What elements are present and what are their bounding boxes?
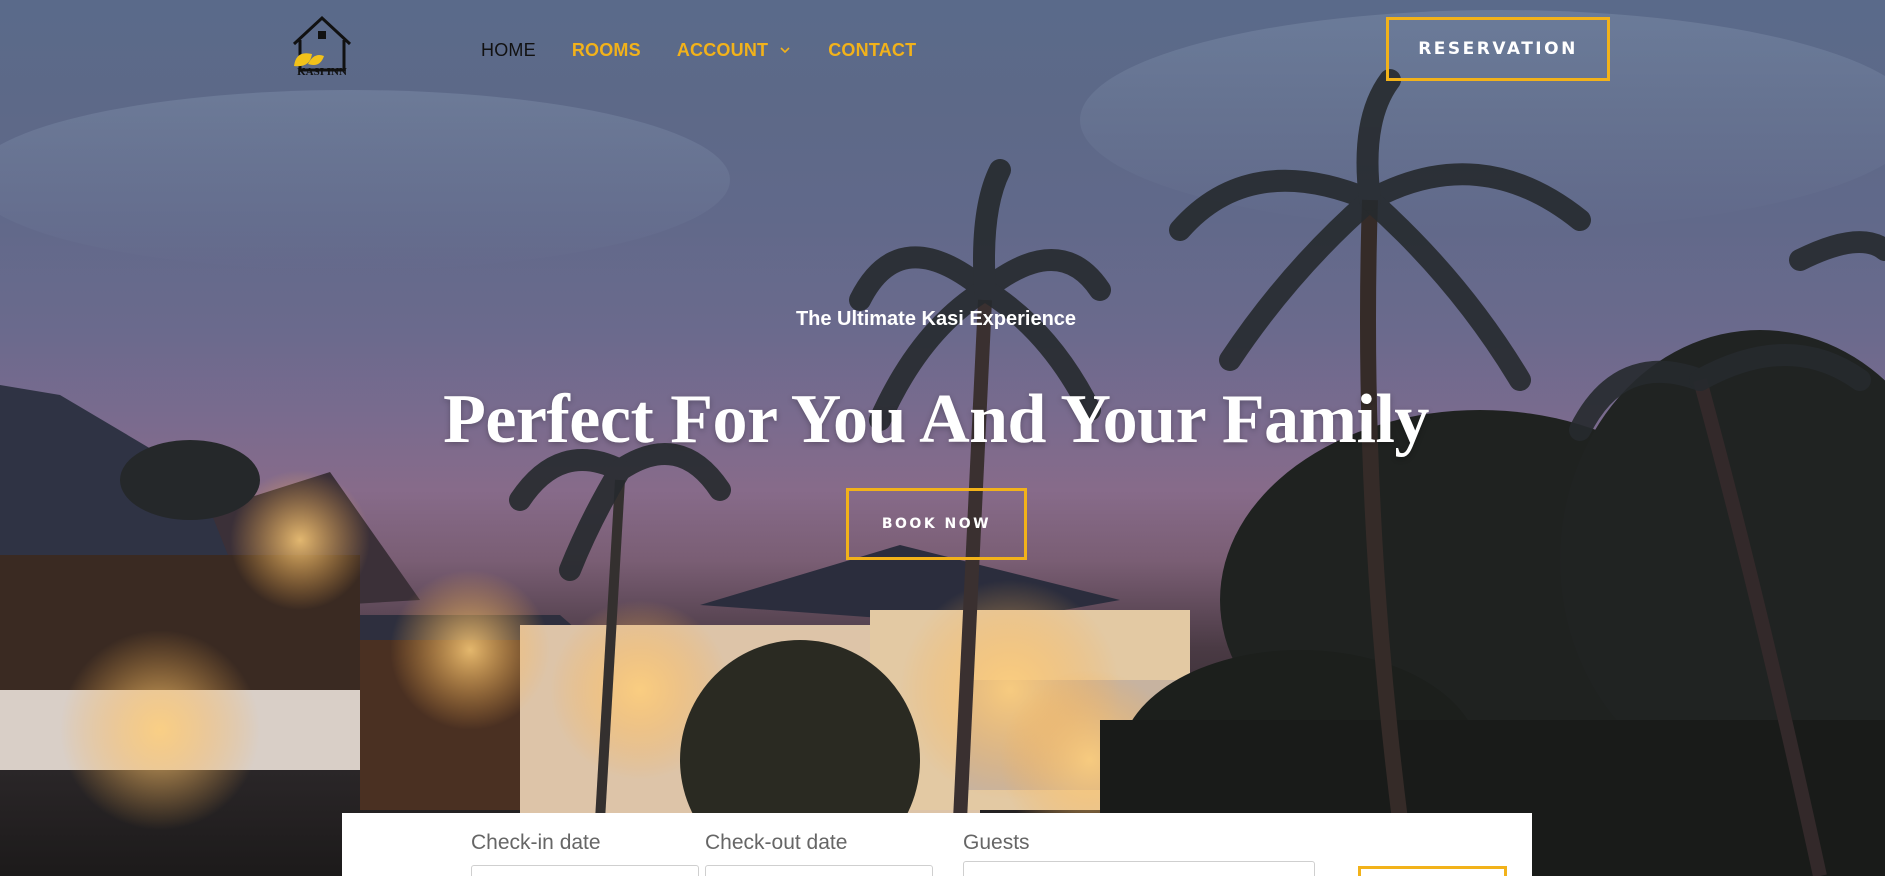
nav-item-contact[interactable]: CONTACT bbox=[828, 40, 916, 61]
nav-item-account[interactable]: ACCOUNT bbox=[677, 40, 792, 61]
main-nav: HOME ROOMS ACCOUNT CONTACT bbox=[481, 38, 952, 62]
guests-label: Guests bbox=[963, 831, 1030, 854]
house-leaf-icon: KASI INN bbox=[292, 15, 352, 78]
nav-item-label: ACCOUNT bbox=[676, 39, 769, 60]
check-availability-button[interactable] bbox=[1358, 866, 1507, 876]
checkin-date-input[interactable] bbox=[471, 865, 699, 876]
nav-item-label: CONTACT bbox=[828, 39, 917, 60]
site-logo[interactable]: KASI INN bbox=[290, 14, 354, 78]
reservation-button-label: RESERVATION bbox=[1418, 39, 1578, 59]
nav-item-label: HOME bbox=[481, 39, 536, 60]
book-now-label: BOOK NOW bbox=[881, 516, 992, 532]
book-now-button[interactable]: BOOK NOW bbox=[846, 488, 1027, 560]
reservation-button[interactable]: RESERVATION bbox=[1386, 17, 1610, 81]
svg-text:KASI INN: KASI INN bbox=[297, 66, 347, 78]
nav-item-home[interactable]: HOME bbox=[481, 40, 536, 61]
hero-headline: Perfect For You And Your Family bbox=[443, 381, 1429, 458]
booking-form: Check-in date Check-out date Guests bbox=[342, 813, 1532, 876]
checkout-date-input[interactable] bbox=[705, 865, 933, 876]
chevron-down-icon bbox=[780, 47, 790, 54]
nav-item-rooms[interactable]: ROOMS bbox=[572, 40, 641, 61]
nav-item-label: ROOMS bbox=[571, 39, 641, 60]
checkout-label: Check-out date bbox=[705, 831, 848, 854]
hero-kicker: The Ultimate Kasi Experience bbox=[795, 308, 1077, 330]
guests-input[interactable] bbox=[963, 861, 1315, 876]
checkin-label: Check-in date bbox=[471, 831, 601, 854]
